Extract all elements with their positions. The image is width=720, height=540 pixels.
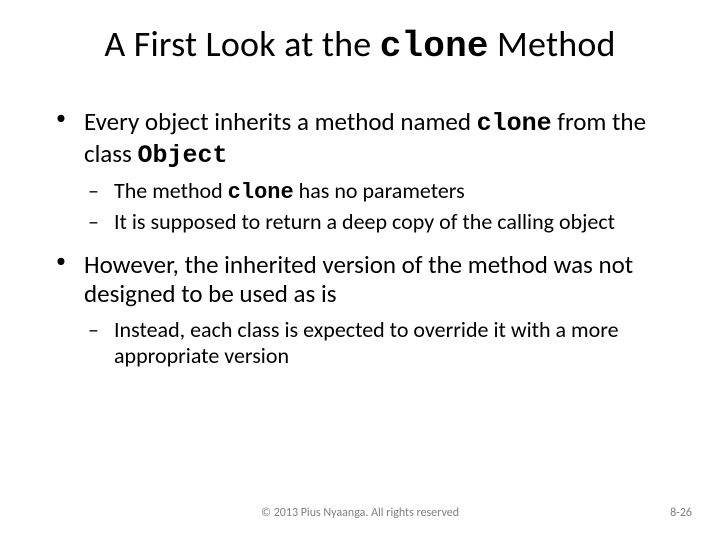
slide-title: A First Look at the clone Method bbox=[0, 0, 720, 67]
title-code: clone bbox=[380, 26, 489, 67]
footer-copyright: © 2013 Pius Nyaanga. All rights reserved bbox=[0, 506, 720, 520]
b1-code2: Object bbox=[138, 141, 228, 170]
s11-code: clone bbox=[228, 180, 294, 205]
bullet-list: Every object inherits a method named clo… bbox=[50, 107, 670, 370]
slide: A First Look at the clone Method Every o… bbox=[0, 0, 720, 540]
b2-text: However, the inherited version of the me… bbox=[84, 249, 633, 310]
s11-part-b: has no parameters bbox=[294, 177, 465, 204]
sub-list-2: Instead, each class is expected to overr… bbox=[84, 317, 670, 371]
title-part-a: A First Look at the bbox=[104, 22, 379, 66]
s11-part-a: The method bbox=[114, 177, 228, 204]
sub-1-1: The method clone has no parameters bbox=[84, 178, 670, 207]
footer-page-number: 8-26 bbox=[670, 506, 692, 520]
bullet-1: Every object inherits a method named clo… bbox=[50, 107, 670, 236]
sub-1-2: It is supposed to return a deep copy of … bbox=[84, 209, 670, 236]
sub-list-1: The method clone has no parameters It is… bbox=[84, 178, 670, 236]
b1-part-a: Every object inherits a method named bbox=[84, 106, 477, 137]
b1-code1: clone bbox=[477, 109, 552, 138]
title-part-b: Method bbox=[489, 22, 616, 66]
sub-2-1: Instead, each class is expected to overr… bbox=[84, 317, 670, 371]
bullet-2: However, the inherited version of the me… bbox=[50, 250, 670, 371]
